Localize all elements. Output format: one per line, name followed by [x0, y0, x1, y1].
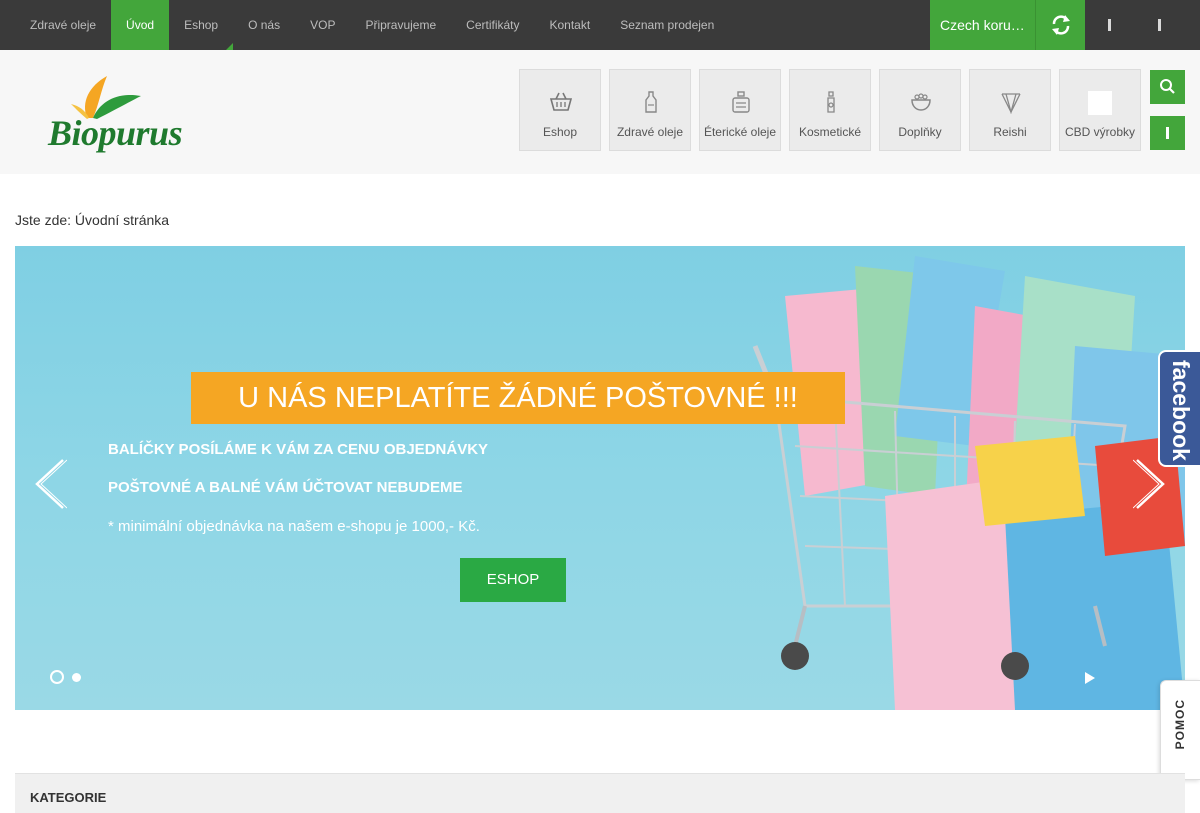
breadcrumb: Jste zde: Úvodní stránka: [15, 212, 169, 228]
top-navigation: Zdravé oleje Úvod Eshop O nás VOP Připra…: [15, 0, 729, 50]
category-label: Zdravé oleje: [616, 125, 684, 139]
perfume-bottle-icon: [732, 91, 750, 113]
slider-play-icon[interactable]: [1085, 672, 1095, 684]
slider-title: U NÁS NEPLATÍTE ŽÁDNÉ POŠTOVNÉ !!!: [191, 372, 845, 424]
category-eshop[interactable]: Eshop: [519, 69, 601, 151]
slider-line-2: POŠTOVNÉ A BALNÉ VÁM ÚČTOVAT NEBUDEME: [108, 479, 463, 496]
category-cbd-vyrobky[interactable]: CBD výrobky: [1059, 69, 1141, 151]
category-label: Doplňky: [898, 125, 942, 139]
mushroom-icon: [1001, 93, 1021, 114]
shopping-cart-image: [752, 256, 1185, 710]
secondary-action-button[interactable]: [1150, 116, 1185, 150]
nav-vop[interactable]: VOP: [295, 0, 350, 50]
user-button[interactable]: [1085, 0, 1135, 50]
hero-slider: U NÁS NEPLATÍTE ŽÁDNÉ POŠTOVNÉ !!! BALÍČ…: [15, 246, 1185, 710]
slider-line-1: BALÍČKY POSÍLÁME K VÁM ZA CENU OBJEDNÁVK…: [108, 441, 489, 458]
category-label: Kosmetické: [798, 125, 862, 139]
cart-icon: [1158, 19, 1161, 31]
logo[interactable]: Biopurus: [45, 72, 185, 157]
breadcrumb-current[interactable]: Úvodní stránka: [75, 212, 169, 228]
currency-select[interactable]: Czech koru…: [930, 0, 1035, 50]
help-label: POMOC: [1173, 699, 1187, 750]
active-nav-marker: [226, 43, 233, 50]
category-label: Eshop: [542, 125, 578, 139]
nav-o-nas[interactable]: O nás: [233, 0, 295, 50]
category-label: Reishi: [993, 125, 1027, 139]
top-bar: Zdravé oleje Úvod Eshop O nás VOP Připra…: [0, 0, 1200, 50]
slider-note: * minimální objednávka na našem e-shopu …: [108, 518, 480, 535]
slider-prev-arrow[interactable]: [33, 458, 67, 510]
category-doplnky[interactable]: Doplňky: [879, 69, 961, 151]
nav-kontakt[interactable]: Kontakt: [535, 0, 606, 50]
category-bar-title: KATEGORIE: [30, 790, 107, 805]
nav-eshop[interactable]: Eshop: [169, 0, 233, 50]
cart-button[interactable]: [1135, 0, 1185, 50]
user-icon: [1108, 19, 1111, 31]
nav-pripravujeme[interactable]: Připravujeme: [350, 0, 451, 50]
menu-icon: [1166, 127, 1169, 139]
slider-dot-1[interactable]: [50, 670, 64, 684]
help-tab[interactable]: POMOC: [1160, 680, 1200, 780]
category-bar: KATEGORIE: [15, 773, 1185, 813]
nav-uvod[interactable]: Úvod: [111, 0, 170, 50]
category-label: CBD výrobky: [1064, 125, 1135, 139]
category-zdrave-oleje[interactable]: Zdravé oleje: [609, 69, 691, 151]
slider-dot-2[interactable]: [72, 673, 81, 682]
facebook-label: facebook: [1168, 360, 1194, 461]
nav-certifikaty[interactable]: Certifikáty: [451, 0, 534, 50]
bowl-icon: [911, 93, 931, 111]
facebook-tab[interactable]: facebook: [1158, 350, 1200, 467]
search-button[interactable]: [1150, 70, 1185, 104]
cbd-icon: [1088, 91, 1112, 115]
eshop-button[interactable]: ESHOP: [460, 558, 566, 602]
refresh-icon: [1052, 15, 1070, 35]
nav-zdrave-oleje[interactable]: Zdravé oleje: [15, 0, 111, 50]
breadcrumb-prefix: Jste zde:: [15, 212, 72, 228]
basket-icon: [549, 92, 573, 111]
search-icon: [1160, 79, 1175, 94]
eshop-button-label: ESHOP: [486, 571, 540, 588]
category-label: Éterické oleje: [703, 125, 777, 139]
nav-seznam-prodejen[interactable]: Seznam prodejen: [605, 0, 729, 50]
refresh-button[interactable]: [1035, 0, 1085, 50]
category-reishi[interactable]: Reishi: [969, 69, 1051, 151]
spray-bottle-icon: [827, 91, 835, 113]
category-etericke-oleje[interactable]: Éterické oleje: [699, 69, 781, 151]
logo-text: Biopurus: [48, 113, 183, 153]
category-kosmeticke[interactable]: Kosmetické: [789, 69, 871, 151]
oil-bottle-icon: [645, 91, 657, 113]
